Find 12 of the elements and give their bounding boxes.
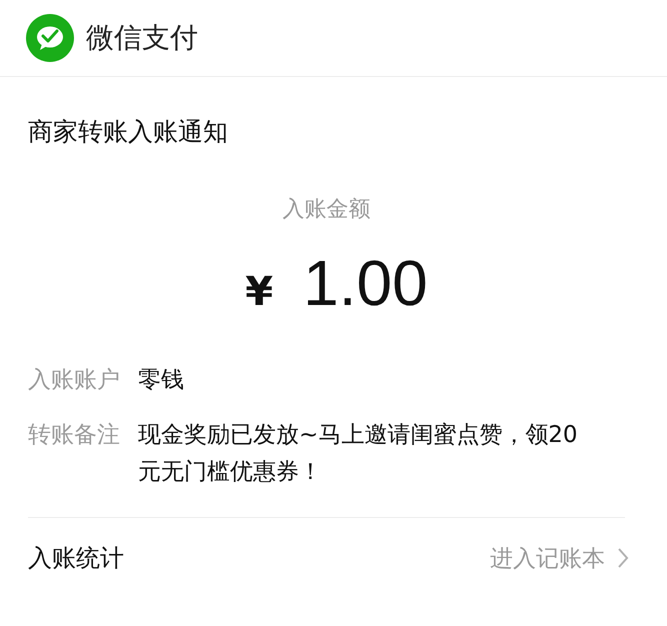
app-title: 微信支付	[86, 20, 198, 56]
notice-title: 商家转账入账通知	[28, 116, 229, 148]
field-value: 零钱	[138, 366, 185, 395]
field-value: 现金奖励已发放~马上邀请闺蜜点赞，领20元无门槛优惠券！	[138, 421, 578, 487]
amount-value: 1.00	[303, 246, 428, 320]
field-label: 入账账户	[28, 366, 120, 395]
stats-label: 入账统计	[28, 543, 124, 574]
field-label: 转账备注	[28, 421, 120, 450]
currency-symbol: ¥	[245, 269, 274, 315]
ledger-link[interactable]: 进入记账本	[490, 542, 629, 574]
chevron-right-icon	[617, 547, 629, 569]
amount-label: 入账金额	[282, 196, 372, 224]
